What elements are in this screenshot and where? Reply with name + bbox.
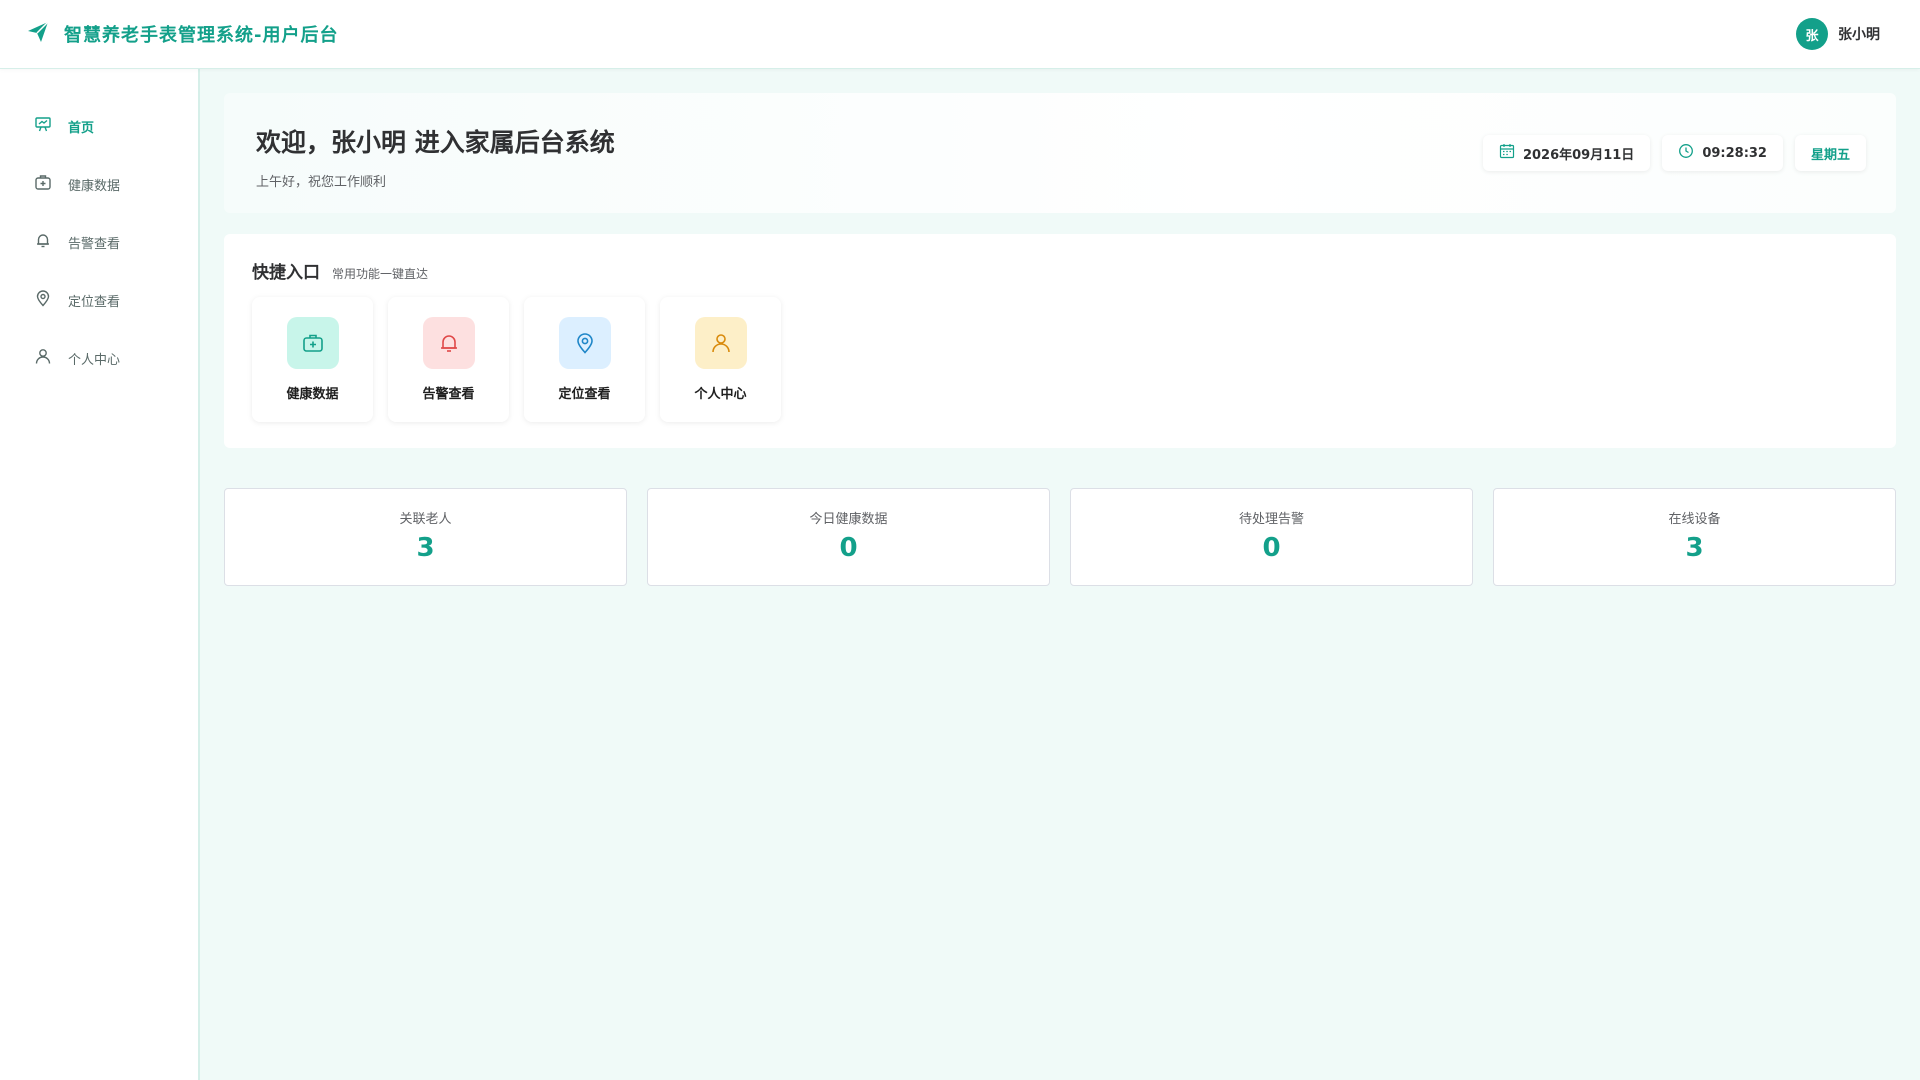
welcome-panel: 欢迎，张小明 进入家属后台系统 上午好，祝您工作顺利 2026年09月11日 0… bbox=[224, 93, 1896, 213]
stat-label: 今日健康数据 bbox=[809, 512, 888, 527]
quick-access-header: 快捷入口 常用功能一键直达 bbox=[252, 258, 1868, 283]
bell-icon bbox=[34, 231, 52, 253]
medical-kit-icon bbox=[34, 173, 52, 195]
date-chip: 2026年09月11日 bbox=[1482, 135, 1651, 171]
quick-card-label: 个人中心 bbox=[694, 387, 747, 402]
quick-access-subtitle: 常用功能一键直达 bbox=[332, 267, 429, 281]
weekday-chip: 星期五 bbox=[1794, 135, 1866, 171]
stat-value: 3 bbox=[1685, 533, 1704, 563]
quick-access-title: 快捷入口 bbox=[252, 263, 320, 283]
stat-card-pending-alarms: 待处理告警 0 bbox=[1070, 488, 1473, 586]
sidebar-item-health[interactable]: 健康数据 bbox=[0, 155, 198, 213]
stat-label: 待处理告警 bbox=[1238, 512, 1304, 527]
user-name: 张小明 bbox=[1838, 27, 1880, 43]
quick-card-profile[interactable]: 个人中心 bbox=[660, 297, 781, 422]
sidebar-item-label: 个人中心 bbox=[68, 352, 121, 368]
quick-access-cards: 健康数据 告警查看 定位查看 个人中心 bbox=[252, 297, 1868, 422]
quick-access-panel: 快捷入口 常用功能一键直达 健康数据 告警查看 定位查看 个人中心 bbox=[224, 234, 1896, 448]
bell-icon bbox=[422, 317, 475, 369]
stat-label: 在线设备 bbox=[1668, 512, 1721, 527]
clock-icon bbox=[1678, 143, 1694, 163]
sidebar-item-location[interactable]: 定位查看 bbox=[0, 271, 198, 329]
stat-label: 关联老人 bbox=[399, 512, 452, 527]
sidebar-item-home[interactable]: 首页 bbox=[0, 97, 198, 155]
user-icon bbox=[694, 317, 747, 369]
location-pin-icon bbox=[34, 289, 52, 311]
sidebar-item-profile[interactable]: 个人中心 bbox=[0, 329, 198, 387]
time-text: 09:28:32 bbox=[1702, 145, 1767, 161]
time-chip: 09:28:32 bbox=[1662, 135, 1783, 171]
avatar: 张 bbox=[1796, 18, 1828, 50]
medical-kit-icon bbox=[286, 317, 339, 369]
sidebar-item-label: 健康数据 bbox=[68, 178, 121, 194]
stat-card-health-today: 今日健康数据 0 bbox=[647, 488, 1050, 586]
quick-card-label: 定位查看 bbox=[558, 387, 611, 402]
home-icon bbox=[34, 115, 52, 137]
location-pin-icon bbox=[558, 317, 611, 369]
stat-value: 0 bbox=[839, 533, 858, 563]
quick-card-label: 健康数据 bbox=[286, 387, 339, 402]
paper-plane-icon bbox=[26, 20, 50, 48]
stat-card-elders: 关联老人 3 bbox=[224, 488, 627, 586]
sidebar: 首页 健康数据 告警查看 定位查看 个人中心 bbox=[0, 69, 200, 1080]
stat-card-online-devices: 在线设备 3 bbox=[1493, 488, 1896, 586]
stat-value: 3 bbox=[416, 533, 435, 563]
stats-row: 关联老人 3 今日健康数据 0 待处理告警 0 在线设备 3 bbox=[224, 488, 1896, 586]
stat-value: 0 bbox=[1262, 533, 1281, 563]
weekday-text: 星期五 bbox=[1810, 147, 1850, 163]
sidebar-item-alarms[interactable]: 告警查看 bbox=[0, 213, 198, 271]
app-title: 智慧养老手表管理系统-用户后台 bbox=[64, 25, 339, 46]
quick-card-label: 告警查看 bbox=[422, 387, 475, 402]
quick-card-health[interactable]: 健康数据 bbox=[252, 297, 373, 422]
top-header: 智慧养老手表管理系统-用户后台 张 张小明 bbox=[0, 0, 1920, 69]
date-text: 2026年09月11日 bbox=[1522, 147, 1635, 163]
user-menu[interactable]: 张 张小明 bbox=[1796, 18, 1880, 50]
sidebar-item-label: 首页 bbox=[68, 120, 95, 136]
welcome-subtitle: 上午好，祝您工作顺利 bbox=[256, 175, 387, 190]
sidebar-item-label: 定位查看 bbox=[68, 294, 121, 310]
sidebar-item-label: 告警查看 bbox=[68, 236, 121, 252]
calendar-icon bbox=[1499, 143, 1515, 163]
quick-card-alarms[interactable]: 告警查看 bbox=[388, 297, 509, 422]
datetime-chips: 2026年09月11日 09:28:32 星期五 bbox=[1482, 135, 1866, 171]
brand[interactable]: 智慧养老手表管理系统-用户后台 bbox=[26, 20, 338, 48]
quick-card-location[interactable]: 定位查看 bbox=[524, 297, 645, 422]
user-icon bbox=[34, 347, 52, 369]
